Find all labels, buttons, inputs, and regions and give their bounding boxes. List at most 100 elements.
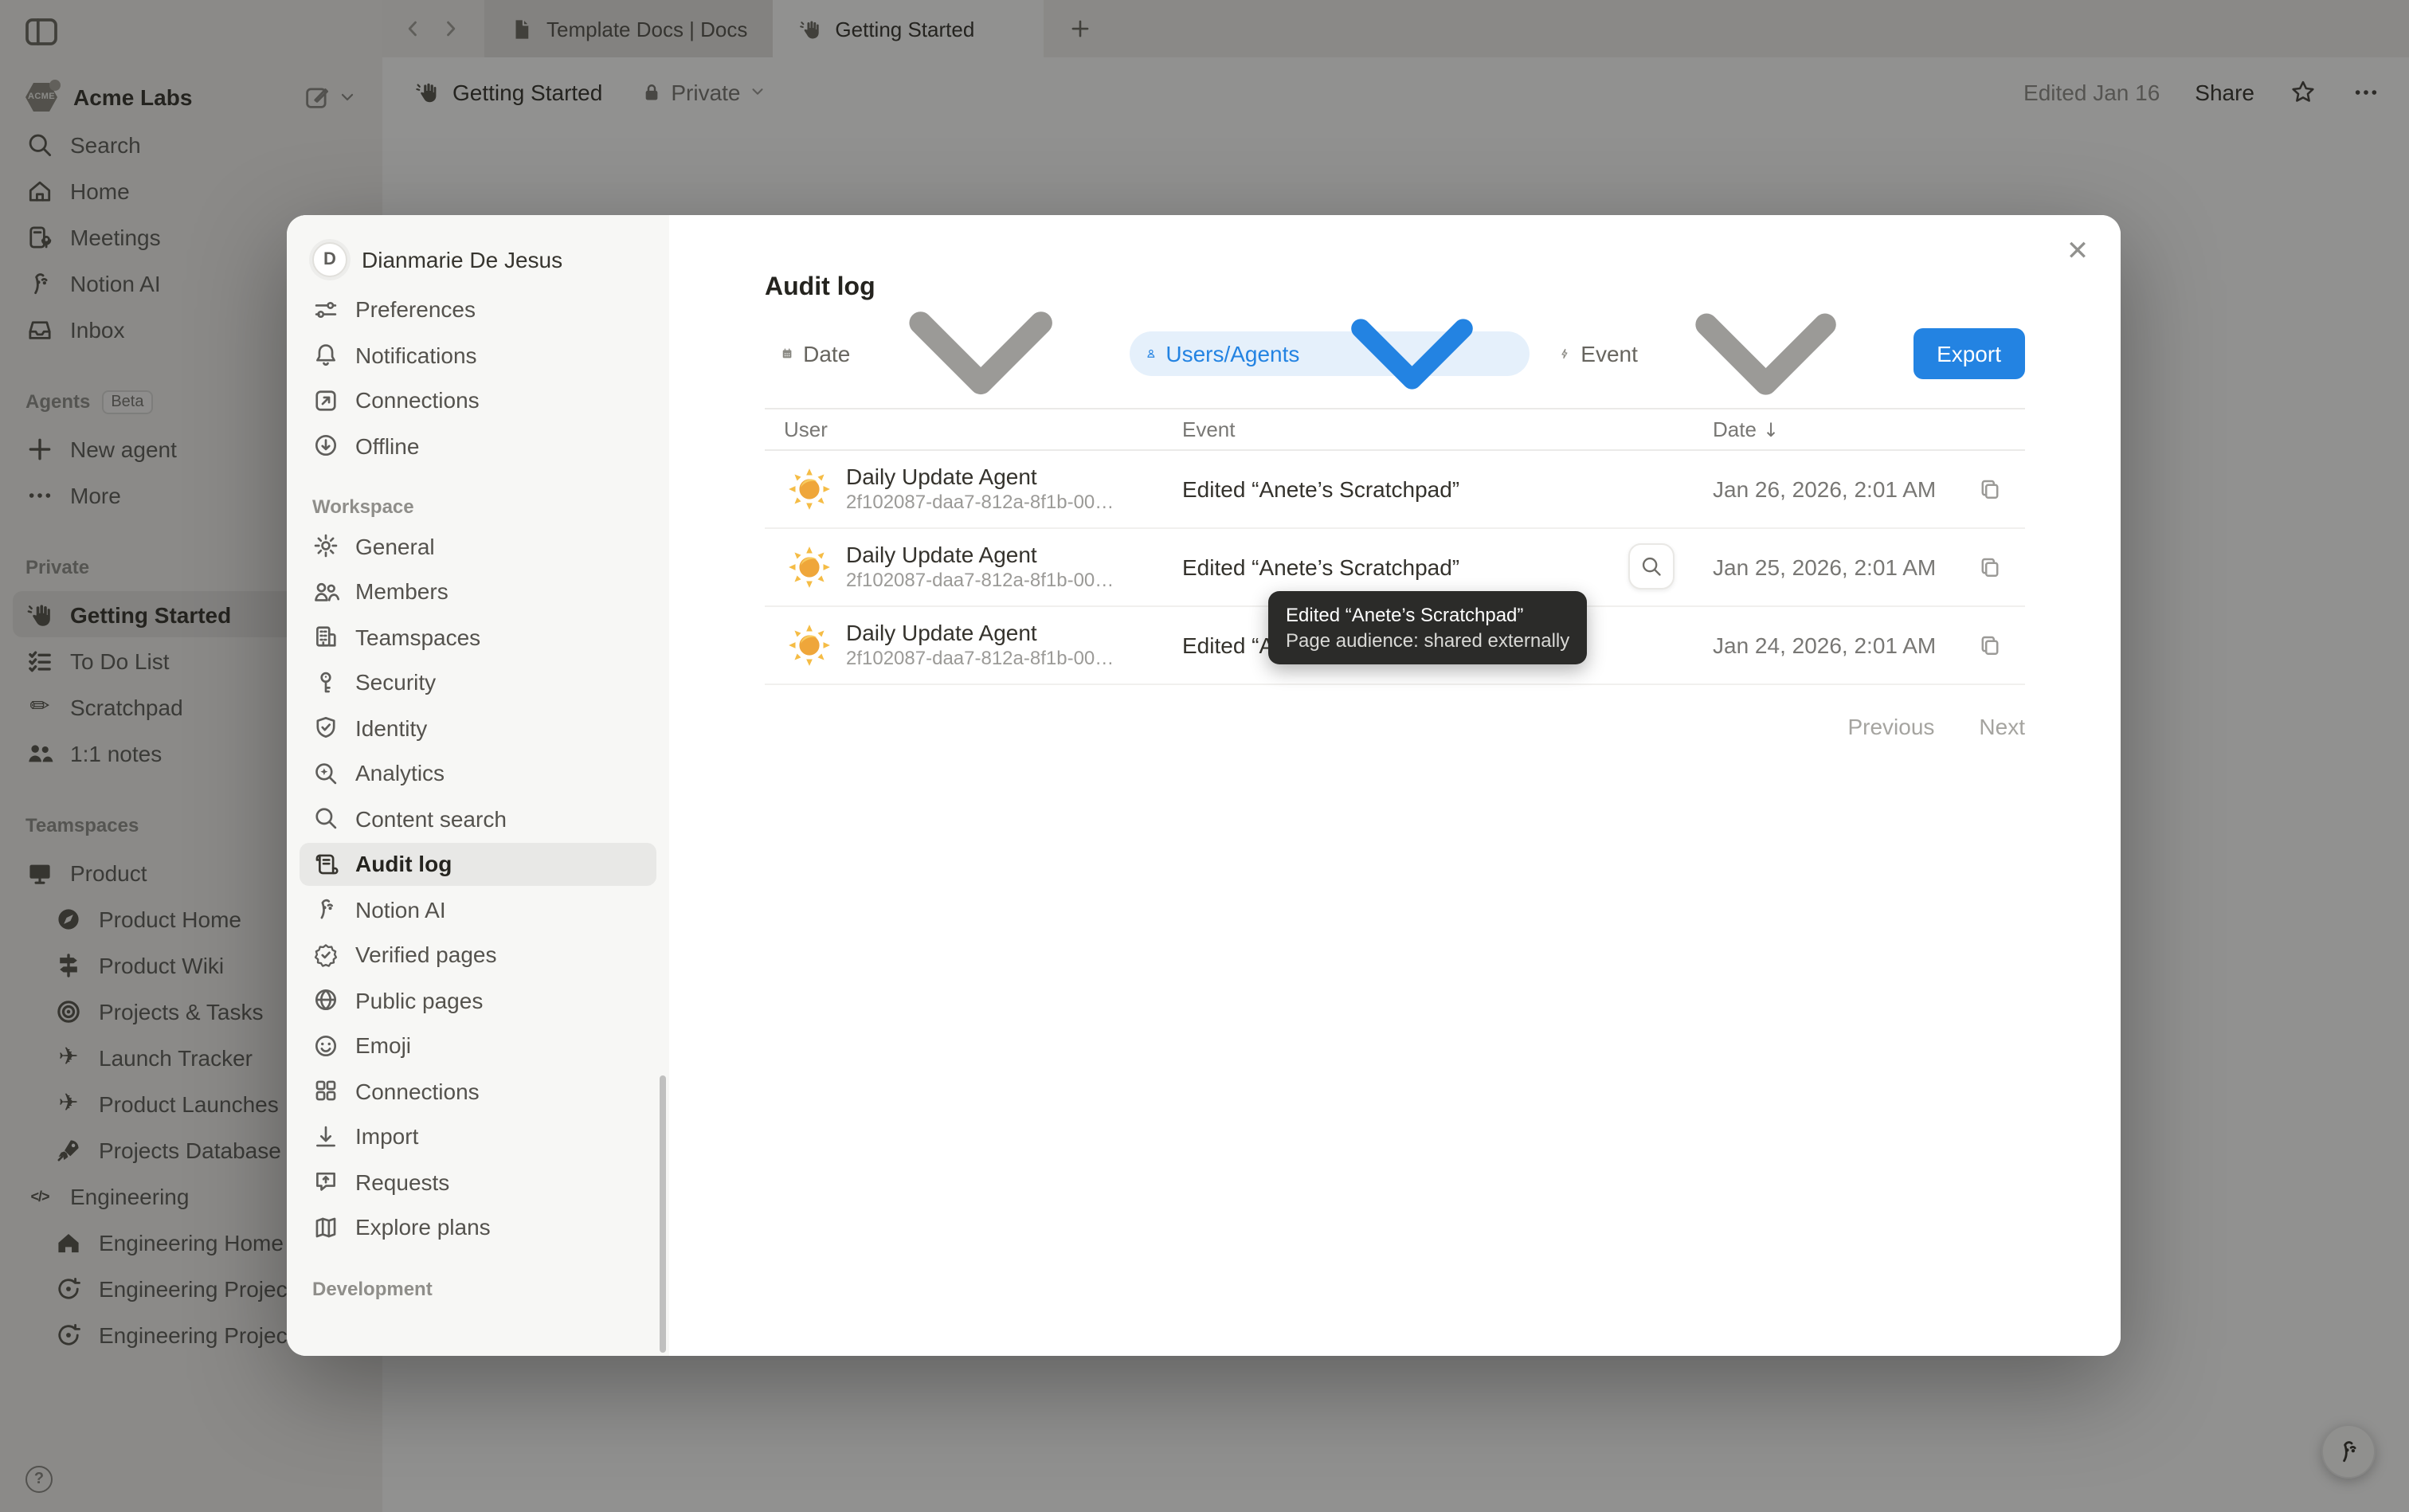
date-text: Jan 25, 2026, 2:01 AM (1713, 554, 1936, 580)
analytics-icon (312, 759, 339, 786)
settings-nav-item-import[interactable]: Import (300, 1114, 656, 1158)
header-event[interactable]: Event (1182, 417, 1713, 441)
sun-icon (787, 623, 832, 668)
download-icon (312, 432, 339, 459)
settings-nav-item-identity[interactable]: Identity (300, 706, 656, 749)
grid-icon (312, 1077, 339, 1104)
shield-icon (312, 714, 339, 741)
settings-nav-item-notifications[interactable]: Notifications (300, 333, 656, 376)
settings-nav-label: Offline (355, 433, 419, 458)
settings-nav-label: Explore plans (355, 1214, 491, 1240)
sun-icon (787, 545, 832, 590)
copy-icon[interactable] (1977, 633, 2003, 658)
date-text: Jan 26, 2026, 2:01 AM (1713, 476, 1936, 502)
settings-nav-item-connections[interactable]: Connections (300, 378, 656, 421)
settings-nav-label: Analytics (355, 760, 445, 785)
date-cell: Jan 24, 2026, 2:01 AM (1713, 633, 2025, 658)
filter-button-users-agents[interactable]: Users/Agents (1130, 331, 1530, 376)
settings-account-list: Preferences Notifications Connections Of… (287, 288, 669, 467)
settings-nav-item-preferences[interactable]: Preferences (300, 288, 656, 331)
date-cell: Jan 25, 2026, 2:01 AM (1713, 554, 2025, 580)
filter-button-event[interactable]: Event (1542, 331, 1900, 376)
sort-descending-icon: ↓ (1763, 420, 1779, 439)
user-cell: Daily Update Agent 2f102087-daa7-812a-8f… (765, 542, 1182, 593)
account-item[interactable]: D Dianmarie De Jesus (300, 234, 656, 285)
tooltip-line-1: Edited “Anete’s Scratchpad” (1286, 602, 1569, 628)
settings-nav-label: Notion AI (355, 896, 446, 922)
row-inspect-button[interactable] (1628, 543, 1675, 590)
scroll-icon (312, 850, 339, 877)
workspace-section-label: Workspace (287, 492, 669, 521)
search-icon (1639, 554, 1663, 578)
map-icon (312, 1213, 339, 1240)
audit-table-row[interactable]: Daily Update Agent 2f102087-daa7-812a-8f… (765, 451, 2025, 529)
settings-nav-item-notion-ai[interactable]: Notion AI (300, 887, 656, 930)
settings-nav-item-explore-plans[interactable]: Explore plans (300, 1205, 656, 1248)
settings-nav-item-connections[interactable]: Connections (300, 1069, 656, 1112)
date-cell: Jan 26, 2026, 2:01 AM (1713, 476, 2025, 502)
audit-log-panel: Audit log Date Users/Agents Event Export… (669, 215, 2121, 1356)
settings-nav-label: Security (355, 669, 436, 695)
calendar-icon (781, 341, 793, 366)
settings-nav-item-general[interactable]: General (300, 524, 656, 567)
user-cell: Daily Update Agent 2f102087-daa7-812a-8f… (765, 620, 1182, 671)
settings-nav-item-public-pages[interactable]: Public pages (300, 978, 656, 1021)
settings-modal: D Dianmarie De Jesus Preferences Notific… (287, 215, 2121, 1356)
nav-scrollbar[interactable] (660, 1075, 666, 1353)
settings-nav-item-requests[interactable]: Requests (300, 1160, 656, 1203)
import-icon (312, 1122, 339, 1150)
bell-icon (312, 341, 339, 368)
settings-nav-item-security[interactable]: Security (300, 660, 656, 703)
request-icon (312, 1168, 339, 1195)
filter-label: Date (803, 341, 850, 366)
agent-name: Daily Update Agent (846, 620, 1114, 647)
settings-nav-label: Audit log (355, 851, 452, 876)
settings-nav-label: Notifications (355, 342, 477, 367)
pagination: Previous Next (765, 714, 2025, 739)
arrow-out-icon (312, 386, 339, 413)
settings-nav-item-members[interactable]: Members (300, 570, 656, 613)
event-cell: Edited “Anete’s Scratchpad” (1182, 476, 1713, 502)
settings-nav-item-verified-pages[interactable]: Verified pages (300, 933, 656, 976)
tooltip: Edited “Anete’s Scratchpad” Page audienc… (1268, 591, 1587, 664)
filters-row: Date Users/Agents Event Export (765, 330, 2025, 378)
close-icon[interactable]: ✕ (2060, 234, 2095, 269)
bolt-icon (1558, 341, 1571, 366)
agent-id: 2f102087-daa7-812a-8f1b-00… (846, 491, 1114, 515)
sun-icon (787, 467, 832, 511)
settings-nav-item-emoji[interactable]: Emoji (300, 1024, 656, 1067)
copy-icon[interactable] (1977, 554, 2003, 580)
user-cell: Daily Update Agent 2f102087-daa7-812a-8f… (765, 464, 1182, 515)
building-icon (312, 623, 339, 650)
magnifier-icon (312, 805, 339, 832)
settings-nav-label: Teamspaces (355, 624, 480, 649)
settings-nav-label: Members (355, 578, 449, 604)
filter-label: Event (1581, 341, 1638, 366)
filters: Date Users/Agents Event (765, 331, 1900, 376)
copy-icon[interactable] (1977, 476, 2003, 502)
settings-nav-label: General (355, 533, 435, 558)
development-section-label: Development (287, 1274, 669, 1302)
account-name: Dianmarie De Jesus (362, 247, 562, 272)
filter-label: Users/Agents (1165, 341, 1299, 366)
badge-icon (312, 941, 339, 968)
header-date[interactable]: Date ↓ (1713, 417, 2025, 441)
next-button[interactable]: Next (1979, 714, 2025, 739)
settings-nav-item-audit-log[interactable]: Audit log (300, 842, 656, 885)
header-user[interactable]: User (765, 417, 1182, 441)
settings-nav-label: Connections (355, 1078, 480, 1103)
settings-nav-item-offline[interactable]: Offline (300, 424, 656, 467)
agent-name: Daily Update Agent (846, 542, 1114, 569)
smiley-icon (312, 1032, 339, 1059)
settings-nav-item-teamspaces[interactable]: Teamspaces (300, 615, 656, 658)
agent-name: Daily Update Agent (846, 464, 1114, 491)
date-text: Jan 24, 2026, 2:01 AM (1713, 633, 1936, 658)
filter-button-date[interactable]: Date (765, 331, 1117, 376)
gear-icon (312, 532, 339, 559)
export-button[interactable]: Export (1913, 328, 2025, 379)
previous-button[interactable]: Previous (1847, 714, 1934, 739)
settings-nav: D Dianmarie De Jesus Preferences Notific… (287, 215, 669, 1356)
settings-nav-item-content-search[interactable]: Content search (300, 797, 656, 840)
settings-nav-item-analytics[interactable]: Analytics (300, 751, 656, 794)
settings-nav-label: Emoji (355, 1032, 411, 1058)
